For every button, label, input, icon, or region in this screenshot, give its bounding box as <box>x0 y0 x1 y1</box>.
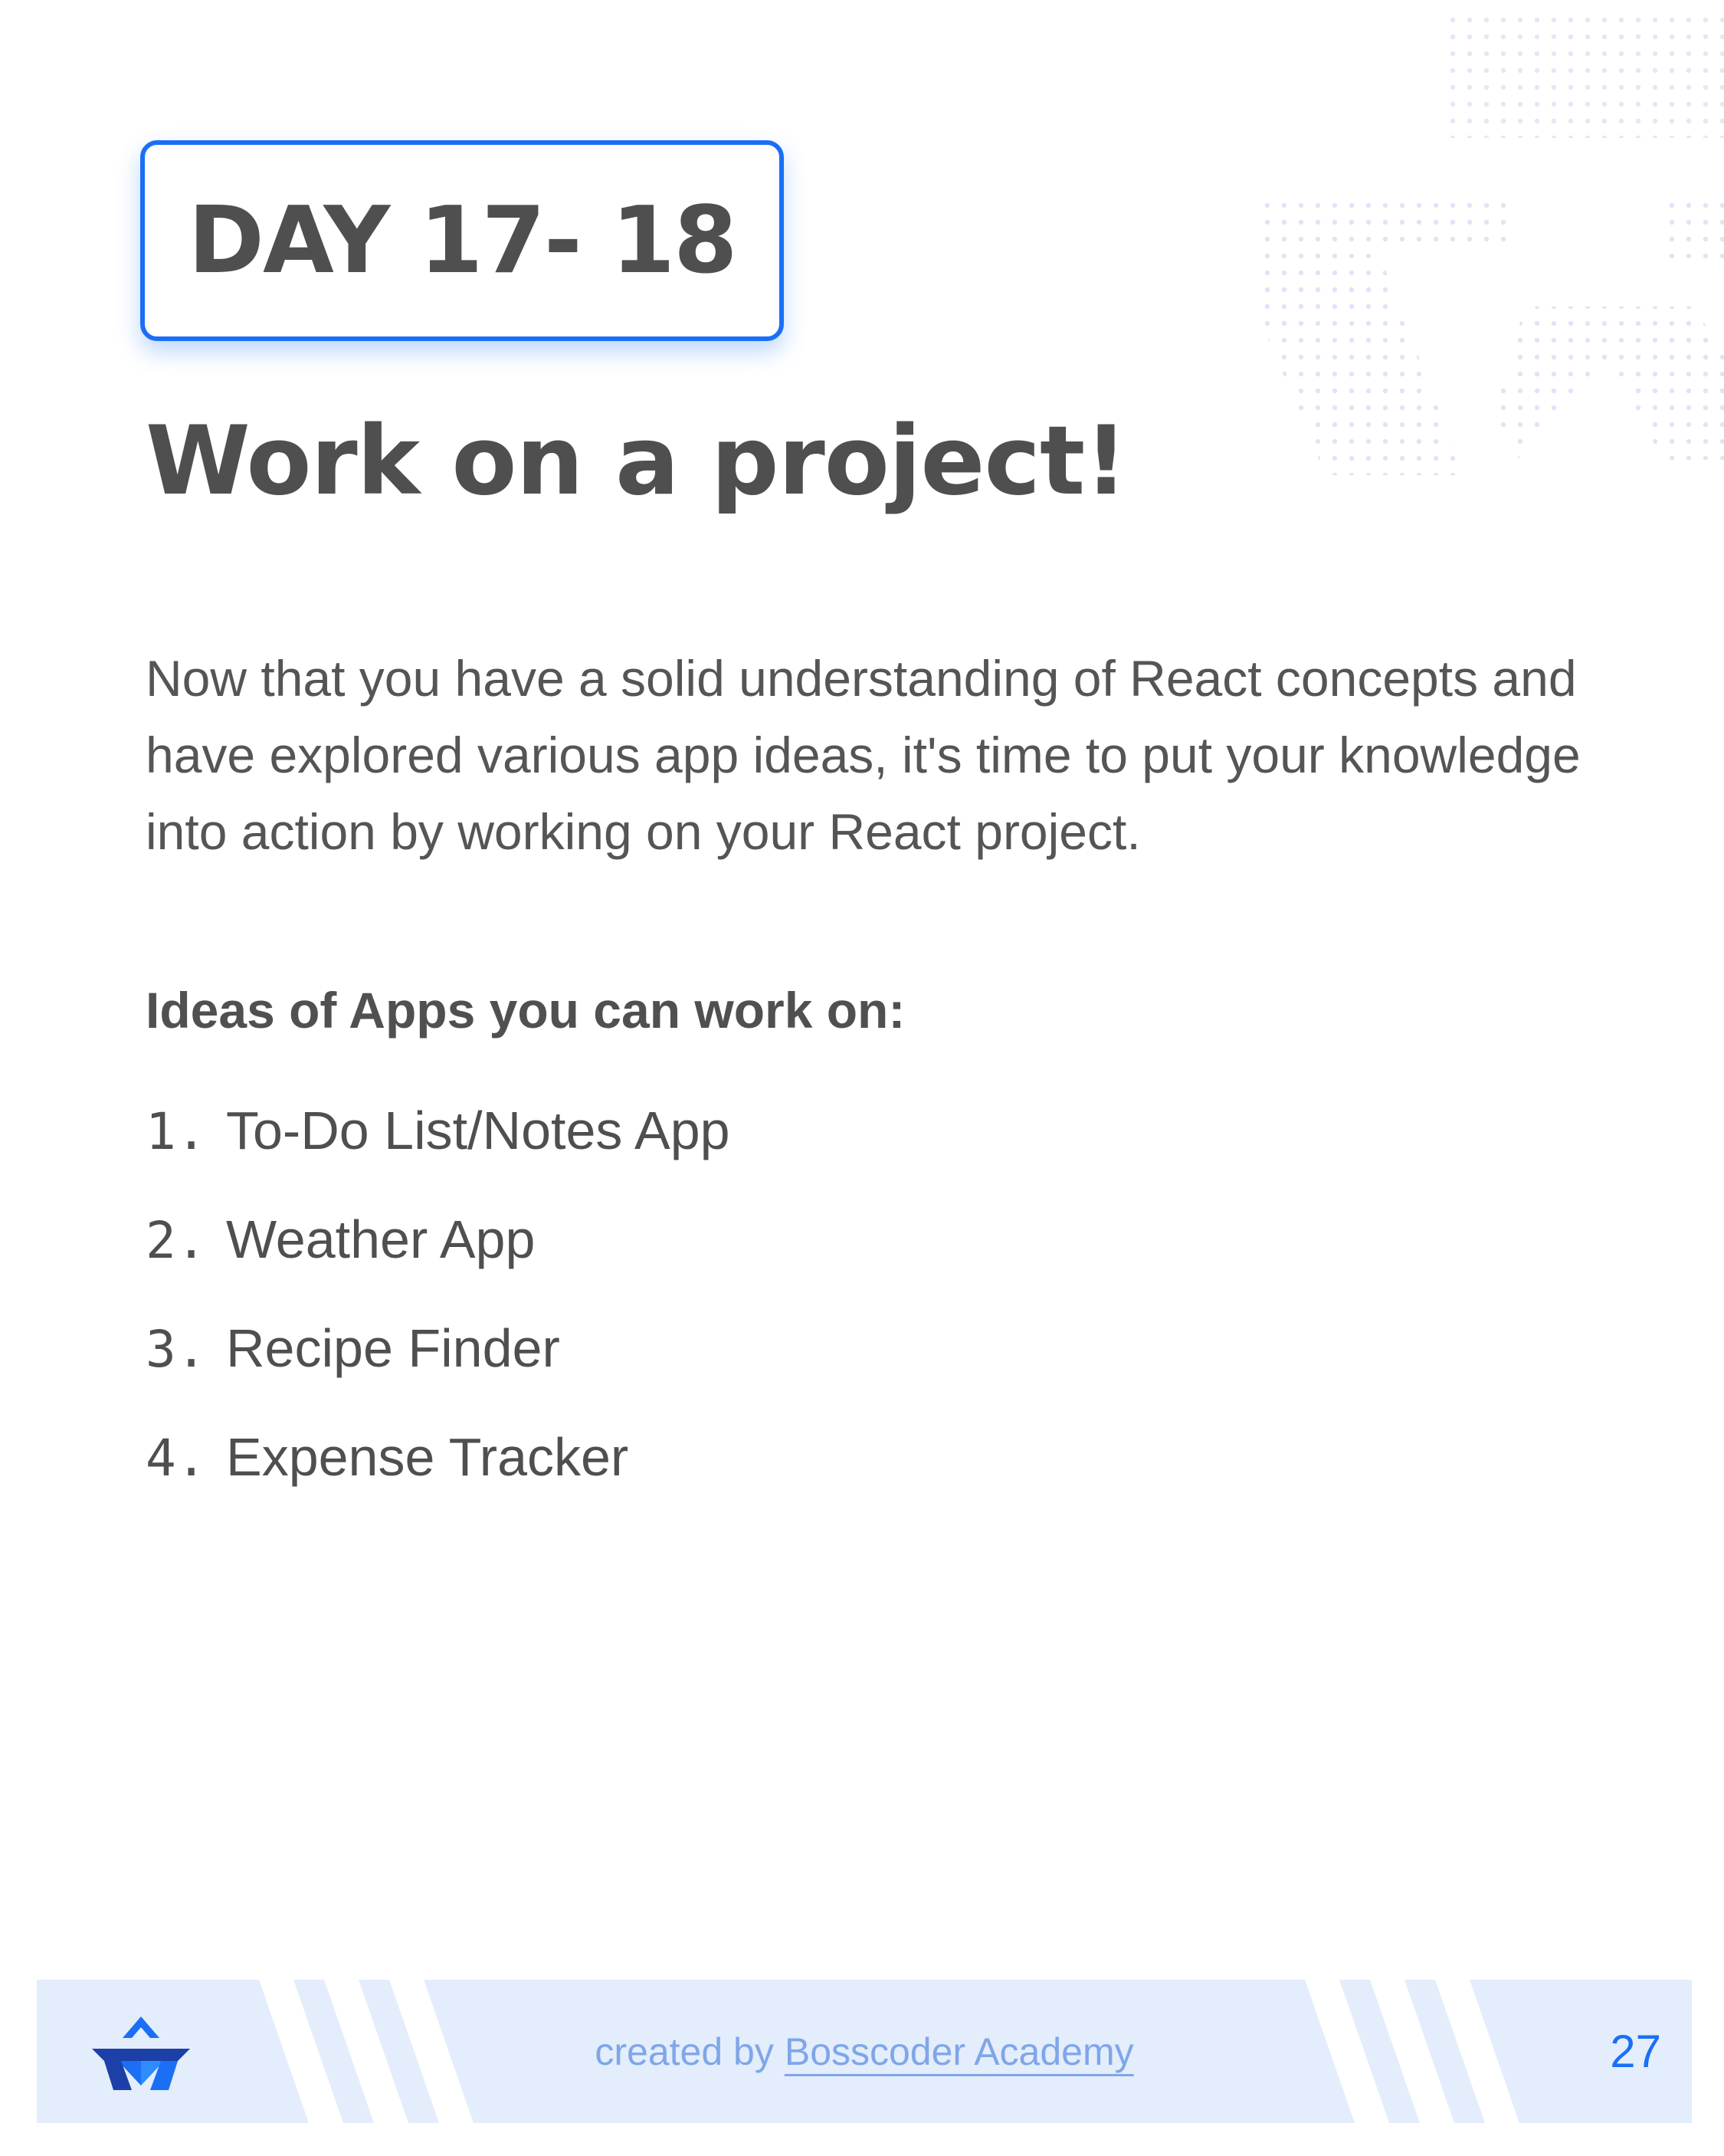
ideas-heading: Ideas of Apps you can work on: <box>146 982 906 1039</box>
page-title: Work on a project! <box>146 406 1128 517</box>
list-item-number: 1. <box>146 1102 207 1161</box>
list-item: 4. Expense Tracker <box>146 1426 730 1535</box>
day-label: DAY 17- 18 <box>188 187 737 294</box>
day-badge: DAY 17- 18 <box>140 140 784 341</box>
ideas-list: 1. To-Do List/Notes App 2. Weather App 3… <box>146 1100 730 1535</box>
footer-credit: created by Bosscoder Academy <box>37 1980 1692 2123</box>
list-item-number: 2. <box>146 1211 207 1270</box>
list-item-label: Weather App <box>226 1209 536 1269</box>
list-item: 1. To-Do List/Notes App <box>146 1100 730 1209</box>
list-item: 2. Weather App <box>146 1209 730 1318</box>
list-item-label: Expense Tracker <box>226 1427 629 1487</box>
footer-bar: created by Bosscoder Academy 27 <box>37 1980 1692 2123</box>
list-item: 3. Recipe Finder <box>146 1318 730 1426</box>
list-item-label: Recipe Finder <box>226 1318 560 1378</box>
list-item-number: 4. <box>146 1429 207 1488</box>
list-item-label: To-Do List/Notes App <box>226 1101 730 1160</box>
page-number: 27 <box>1610 2026 1661 2077</box>
decorative-dot-pattern <box>1264 15 1724 475</box>
list-item-number: 3. <box>146 1320 207 1379</box>
brand-link[interactable]: Bosscoder Academy <box>785 2030 1134 2074</box>
intro-paragraph: Now that you have a solid understanding … <box>146 650 1581 860</box>
credit-prefix: created by <box>595 2030 774 2073</box>
